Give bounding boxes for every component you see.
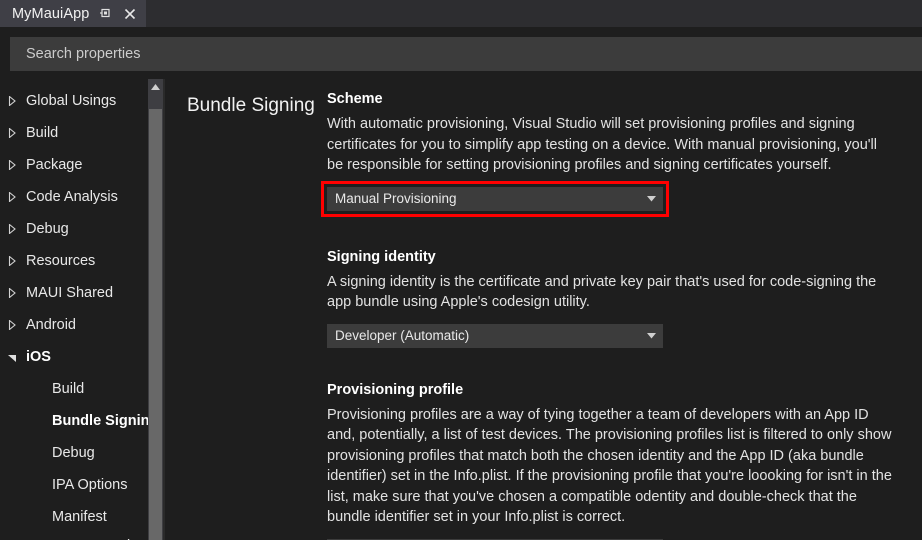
settings-panel: Bundle Signing Scheme With automatic pro…	[165, 79, 922, 540]
signing-identity-description: A signing identity is the certificate an…	[327, 273, 877, 311]
provisioning-profile-heading: Provisioning profile	[327, 381, 464, 398]
sidebar-item-bundle-signing[interactable]: Bundle Signing	[0, 405, 163, 437]
sidebar-item-ios[interactable]: iOS	[0, 341, 163, 373]
twisty-placeholder	[8, 373, 26, 405]
sidebar-item-build[interactable]: Build	[0, 117, 163, 149]
pin-icon[interactable]	[98, 6, 113, 21]
sidebar-item-label: Android	[26, 317, 76, 333]
twisty-collapsed-icon[interactable]	[8, 149, 26, 181]
twisty-placeholder	[8, 501, 26, 533]
twisty-placeholder	[8, 405, 26, 437]
sidebar-item-label: MAUI Shared	[26, 285, 114, 301]
sidebar-item-label: Build	[52, 381, 85, 397]
twisty-placeholder	[8, 437, 26, 469]
sidebar-item-package[interactable]: Package	[0, 149, 163, 181]
sidebar-item-build[interactable]: Build	[0, 373, 163, 405]
sidebar-item-label: Global Usings	[26, 93, 117, 109]
chevron-down-icon[interactable]	[647, 332, 656, 339]
scrollbar-thumb[interactable]	[149, 109, 162, 540]
provisioning-profile-description: Provisioning profiles are a way of tying…	[327, 406, 892, 526]
section-provisioning-profile: Provisioning profile Provisioning profil…	[327, 382, 910, 540]
twisty-collapsed-icon[interactable]	[8, 309, 26, 341]
twisty-collapsed-icon[interactable]	[8, 117, 26, 149]
sidebar-scrollbar[interactable]	[148, 79, 163, 540]
title-bar-empty-area	[146, 0, 922, 27]
sidebar-item-manifest[interactable]: Manifest	[0, 501, 163, 533]
sidebar-item-on-demand-resources[interactable]: On Demand Resources	[0, 533, 163, 540]
sidebar-item-label: Code Analysis	[26, 189, 118, 205]
sidebar-item-label: On Demand Resources	[26, 533, 162, 540]
twisty-expanded-icon[interactable]	[8, 341, 26, 373]
scroll-up-arrow-icon[interactable]	[148, 79, 163, 94]
sidebar-item-ipa-options[interactable]: IPA Options	[0, 469, 163, 501]
sidebar-item-label: Bundle Signing	[52, 413, 159, 429]
scheme-dropdown[interactable]: Manual Provisioning	[321, 180, 669, 217]
sidebar-item-label: Package	[26, 157, 83, 173]
section-scheme: Scheme With automatic provisioning, Visu…	[321, 91, 910, 217]
twisty-collapsed-icon[interactable]	[8, 181, 26, 213]
twisty-placeholder	[8, 533, 26, 540]
document-tab-mymauiapp[interactable]: MyMauiApp	[0, 0, 147, 27]
search-row	[0, 27, 922, 79]
scheme-description: With automatic provisioning, Visual Stud…	[327, 116, 878, 173]
settings-sections: Scheme With automatic provisioning, Visu…	[321, 91, 922, 540]
twisty-collapsed-icon[interactable]	[8, 213, 26, 245]
settings-tree: Global Usings Build Package Code Analysis De…	[0, 85, 163, 540]
sidebar-item-label: Debug	[52, 445, 95, 461]
chevron-down-icon[interactable]	[647, 195, 656, 202]
sidebar-item-maui-shared[interactable]: MAUI Shared	[0, 277, 163, 309]
search-properties-box[interactable]	[10, 37, 922, 71]
sidebar-item-label: Debug	[26, 221, 69, 237]
sidebar-item-label: IPA Options	[52, 477, 128, 493]
signing-identity-dropdown-value: Developer (Automatic)	[335, 328, 470, 343]
settings-tree-sidebar[interactable]: Global Usings Build Package Code Analysis De…	[0, 79, 163, 540]
scheme-dropdown-value: Manual Provisioning	[335, 191, 457, 206]
scheme-heading: Scheme	[327, 91, 383, 107]
sidebar-item-android[interactable]: Android	[0, 309, 163, 341]
sidebar-item-label: Manifest	[52, 509, 107, 525]
search-input[interactable]	[26, 46, 922, 62]
page-title: Bundle Signing	[187, 95, 315, 116]
sidebar-item-label: Resources	[26, 253, 96, 269]
section-signing-identity: Signing identity A signing identity is t…	[327, 249, 910, 348]
sidebar-item-label: iOS	[26, 349, 51, 365]
sidebar-item-code-analysis[interactable]: Code Analysis	[0, 181, 163, 213]
signing-identity-heading: Signing identity	[327, 248, 436, 265]
close-icon[interactable]	[122, 6, 137, 21]
twisty-collapsed-icon[interactable]	[8, 245, 26, 277]
signing-identity-dropdown[interactable]: Developer (Automatic)	[327, 323, 663, 348]
sidebar-item-debug[interactable]: Debug	[0, 437, 163, 469]
title-bar: MyMauiApp	[0, 0, 922, 27]
sidebar-item-resources[interactable]: Resources	[0, 245, 163, 277]
content-area: Global Usings Build Package Code Analysis De…	[0, 79, 922, 540]
sidebar-item-global-usings[interactable]: Global Usings	[0, 85, 163, 117]
sidebar-item-debug[interactable]: Debug	[0, 213, 163, 245]
sidebar-item-label: Build	[26, 125, 59, 141]
twisty-placeholder	[8, 469, 26, 501]
twisty-collapsed-icon[interactable]	[8, 277, 26, 309]
twisty-collapsed-icon[interactable]	[8, 85, 26, 117]
document-tab-label: MyMauiApp	[12, 5, 90, 22]
